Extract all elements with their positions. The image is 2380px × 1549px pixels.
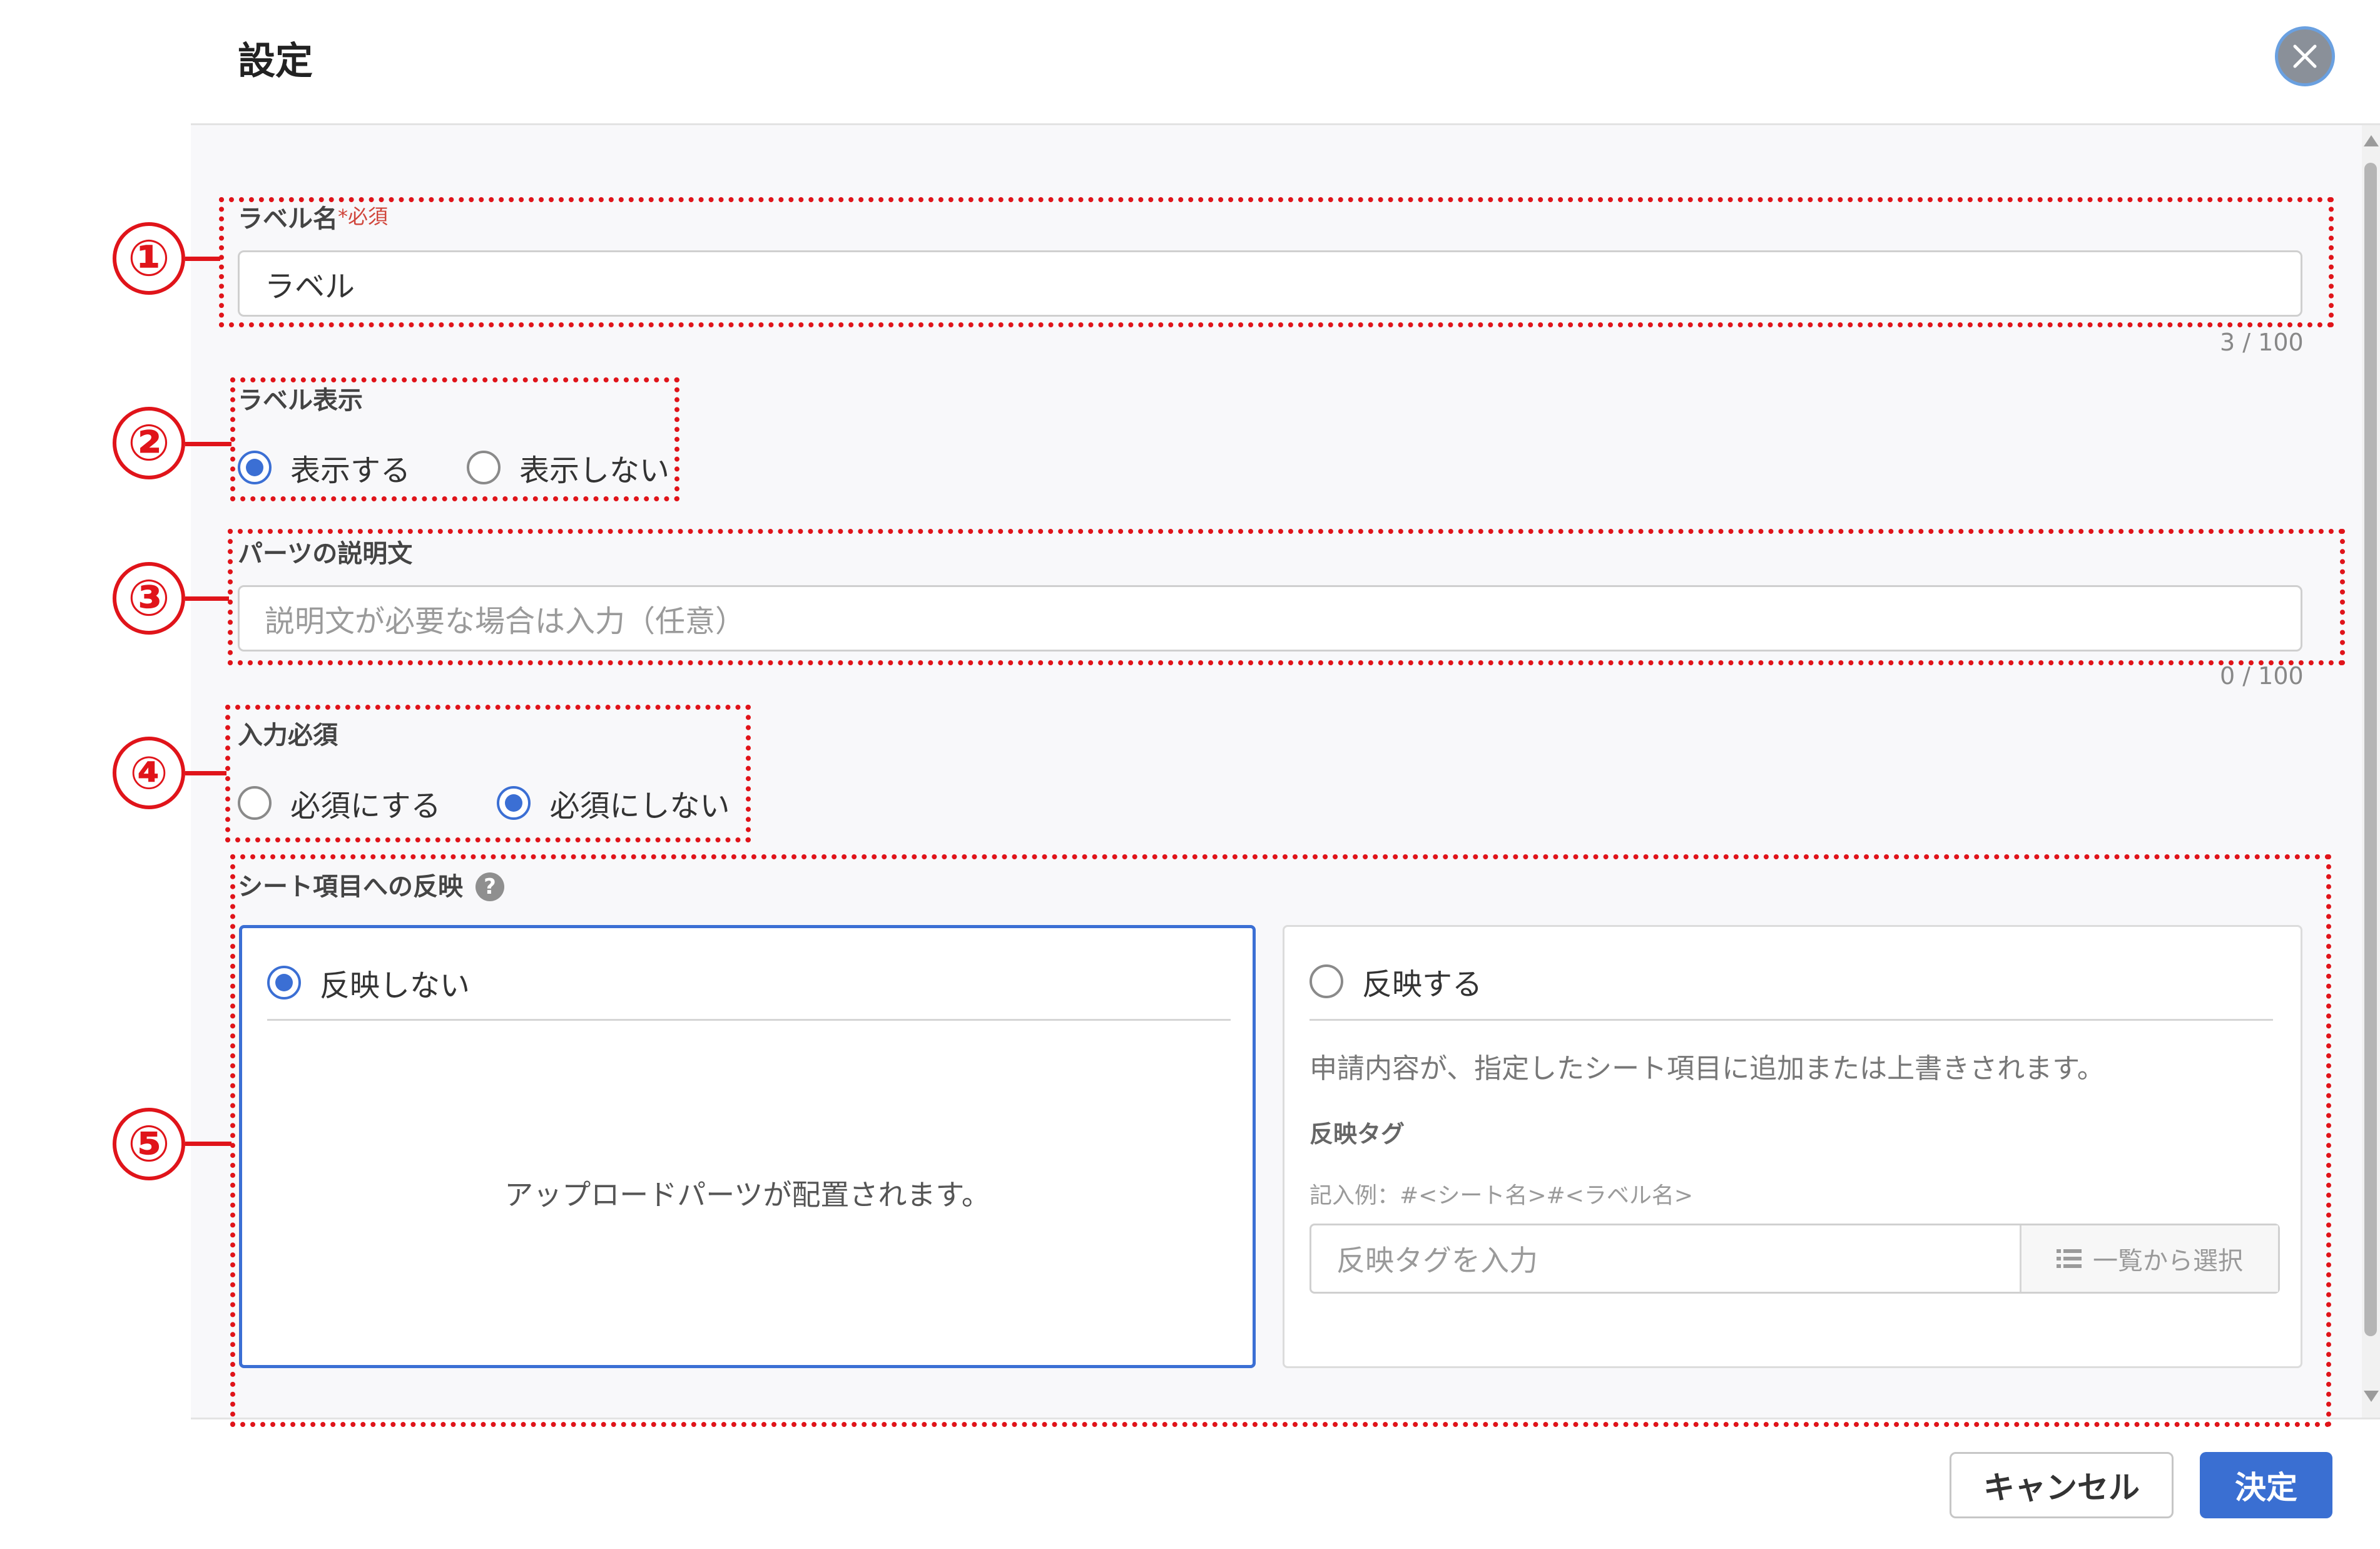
annotation-box-5 <box>230 854 2331 1427</box>
annotation-marker-1: ① <box>113 222 185 295</box>
annotation-leader-5 <box>185 1142 231 1146</box>
dialog-title: 設定 <box>238 39 313 83</box>
annotation-marker-4: ④ <box>113 737 185 809</box>
annotation-leader-2 <box>185 442 231 446</box>
annotation-marker-5: ⑤ <box>113 1108 185 1180</box>
annotation-leader-1 <box>185 257 220 261</box>
annotation-box-1 <box>219 197 2334 327</box>
footer-divider <box>191 1418 2380 1419</box>
close-button[interactable] <box>2275 26 2335 86</box>
annotation-box-2 <box>230 377 679 501</box>
close-icon <box>2293 44 2317 68</box>
annotation-leader-3 <box>185 596 229 601</box>
annotation-marker-2: ② <box>113 407 185 479</box>
annotation-leader-4 <box>185 771 226 775</box>
annotation-marker-3: ③ <box>113 562 185 635</box>
cancel-button[interactable]: キャンセル <box>1950 1452 2174 1518</box>
scroll-down-arrow-icon[interactable] <box>2364 1391 2379 1402</box>
annotation-box-4 <box>225 705 751 842</box>
description-counter: 0 / 100 <box>2220 662 2304 690</box>
annotation-box-3 <box>228 529 2345 665</box>
scroll-up-arrow-icon[interactable] <box>2364 135 2379 146</box>
label-name-counter: 3 / 100 <box>2220 329 2304 356</box>
ok-button[interactable]: 決定 <box>2200 1452 2332 1518</box>
scrollbar-thumb[interactable] <box>2364 163 2377 1336</box>
